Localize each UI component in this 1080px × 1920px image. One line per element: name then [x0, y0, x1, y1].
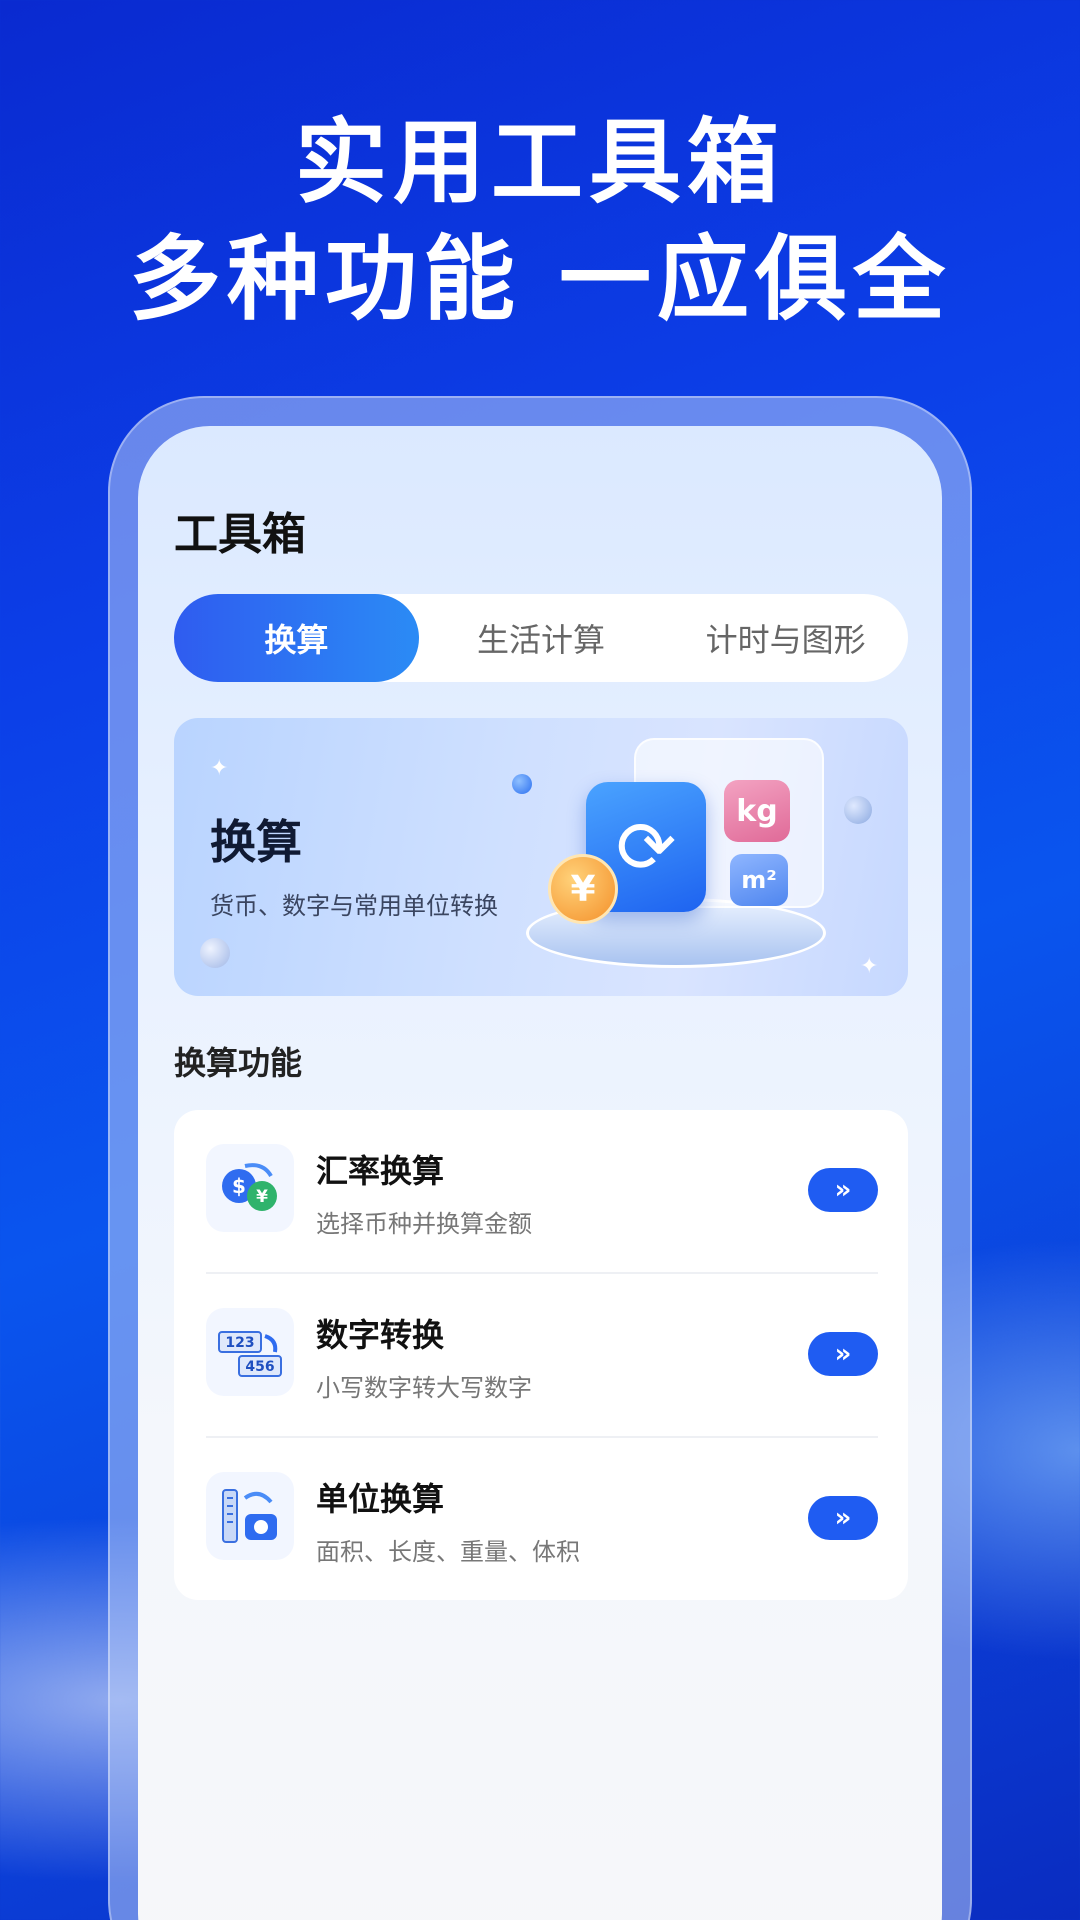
svg-text:123: 123	[225, 1335, 254, 1351]
svg-text:¥: ¥	[256, 1187, 268, 1207]
banner-subtitle: 货币、数字与常用单位转换	[210, 892, 498, 920]
item-name: 数字转换	[316, 1316, 445, 1354]
sparkle-icon: ✦	[860, 954, 879, 979]
item-name: 汇率换算	[316, 1152, 445, 1190]
list-item-number-convert[interactable]: 123 456 数字转换 小写数字转大写数字 »	[174, 1274, 908, 1436]
banner-title: 换算	[210, 815, 302, 869]
item-description: 小写数字转大写数字	[316, 1374, 532, 1402]
list-item-exchange-rate[interactable]: $ ¥ 汇率换算 选择币种并换算金额 »	[174, 1110, 908, 1272]
page-title: 工具箱	[174, 509, 306, 560]
headline-line-2: 多种功能 一应俱全	[128, 226, 952, 333]
kg-icon: kg	[724, 780, 790, 842]
conversion-banner[interactable]: ✦ ✦ 换算 货币、数字与常用单位转换 ⟳ kg m² ¥	[174, 718, 908, 996]
app-screen: 工具箱 换算 生活计算 计时与图形 ✦ ✦ 换算 货币、数字与常用单位转换 ⟳ …	[138, 426, 942, 1920]
number-convert-icon: 123 456	[206, 1308, 294, 1396]
tab-timing-and-shapes[interactable]: 计时与图形	[663, 594, 908, 682]
list-item-unit-convert[interactable]: 单位换算 面积、长度、重量、体积 »	[174, 1438, 908, 1600]
go-button[interactable]: »	[808, 1332, 878, 1376]
tab-conversion[interactable]: 换算	[174, 594, 419, 682]
decorative-ball	[844, 796, 872, 824]
yen-coin-icon: ¥	[548, 854, 618, 924]
headline-line-1: 实用工具箱	[294, 109, 785, 216]
decorative-ball	[200, 938, 230, 968]
section-title: 换算功能	[174, 1044, 303, 1082]
item-description: 面积、长度、重量、体积	[316, 1538, 580, 1566]
go-button[interactable]: »	[808, 1496, 878, 1540]
sparkle-icon: ✦	[210, 756, 229, 781]
decorative-ball	[512, 774, 532, 794]
go-button[interactable]: »	[808, 1168, 878, 1212]
unit-convert-icon	[206, 1472, 294, 1560]
item-description: 选择币种并换算金额	[316, 1210, 532, 1238]
feature-list: $ ¥ 汇率换算 选择币种并换算金额 » 123 456 数字转换 小写数字转大…	[174, 1110, 908, 1600]
item-name: 单位换算	[316, 1480, 445, 1518]
m2-icon: m²	[730, 854, 788, 906]
currency-exchange-icon: $ ¥	[206, 1144, 294, 1232]
tab-life-calculation[interactable]: 生活计算	[419, 594, 664, 682]
tab-bar: 换算 生活计算 计时与图形	[174, 594, 908, 682]
svg-text:$: $	[232, 1174, 246, 1198]
svg-text:456: 456	[245, 1359, 274, 1375]
